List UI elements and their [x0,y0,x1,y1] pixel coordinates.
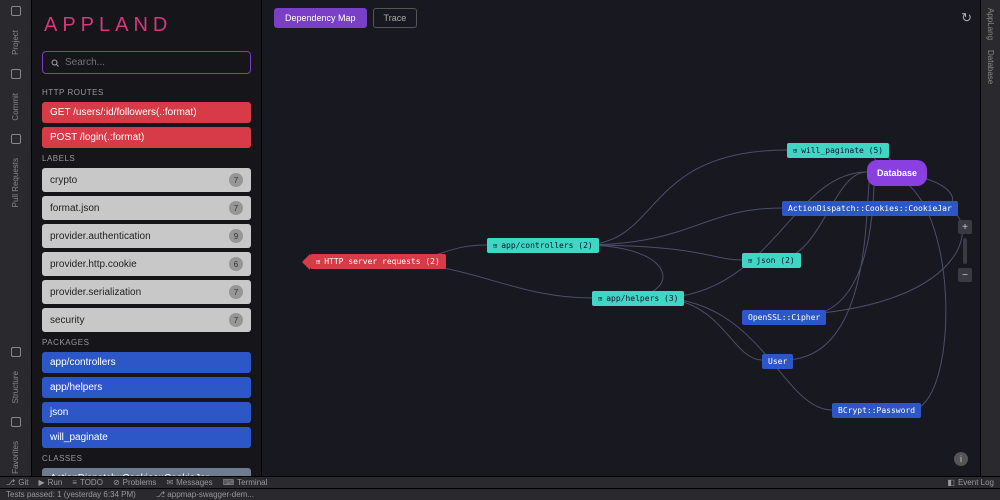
commit-icon[interactable] [11,69,21,79]
node-helpers[interactable]: ⊞app/helpers (3) [592,291,684,306]
package-item[interactable]: json [42,402,251,423]
pullreq-icon[interactable] [11,134,21,144]
expand-icon: ⊞ [793,147,797,155]
left-activity-rail: Project Commit Pull Requests Structure F… [0,0,32,476]
rail-database[interactable]: Database [986,50,995,84]
node-cookies[interactable]: ActionDispatch::Cookies::CookieJar [782,201,958,216]
status-run[interactable]: ▶ Run [38,478,62,487]
favorites-icon[interactable] [11,417,21,427]
run-bar: Tests passed: 1 (yesterday 6:34 PM) ⎇ ap… [0,488,1000,500]
rail-favorites[interactable]: Favorites [11,439,20,476]
expand-icon: ⊞ [493,242,497,250]
search-icon [51,59,59,67]
label-item[interactable]: provider.authentication9 [42,224,251,248]
node-paginate[interactable]: ⊞will_paginate (5) [787,143,889,158]
rail-commit[interactable]: Commit [11,91,20,123]
section-classes-header: CLASSES [42,454,251,463]
status-messages[interactable]: ✉ Messages [166,478,212,487]
branch-indicator[interactable]: ⎇ appmap-swagger-dem... [156,490,254,499]
status-bar: ⎇ Git ▶ Run ≡ TODO ⊘ Problems ✉ Messages… [0,476,1000,488]
status-problems[interactable]: ⊘ Problems [113,478,157,487]
route-item[interactable]: POST /login(.:format) [42,127,251,148]
refresh-icon[interactable]: ↻ [961,10,972,26]
status-eventlog[interactable]: ◧ Event Log [947,478,994,487]
package-item[interactable]: will_paginate [42,427,251,448]
right-activity-rail: AppLang Database [980,0,1000,476]
label-item[interactable]: provider.http.cookie6 [42,252,251,276]
node-database[interactable]: Database [867,160,927,186]
zoom-slider[interactable] [963,238,967,264]
sidebar: APPLAND HTTP ROUTES GET /users/:id/follo… [32,0,262,476]
package-item[interactable]: app/controllers [42,352,251,373]
node-controllers[interactable]: ⊞app/controllers (2) [487,238,599,253]
section-labels-header: LABELS [42,154,251,163]
rail-structure[interactable]: Structure [11,369,20,405]
node-json[interactable]: ⊞json (2) [742,253,801,268]
status-terminal[interactable]: ⌨ Terminal [223,478,268,487]
node-bcrypt[interactable]: BCrypt::Password [832,403,921,418]
tab-trace[interactable]: Trace [373,8,418,28]
structure-icon[interactable] [11,347,21,357]
package-item[interactable]: app/helpers [42,377,251,398]
run-tests[interactable]: Tests passed: 1 (yesterday 6:34 PM) [6,490,136,499]
zoom-out-button[interactable]: − [958,268,972,282]
tab-dependency-map[interactable]: Dependency Map [274,8,367,28]
zoom-controls: + − [958,220,972,282]
label-item[interactable]: provider.serialization7 [42,280,251,304]
expand-icon: ⊞ [316,258,320,266]
node-openssl[interactable]: OpenSSL::Cipher [742,310,826,325]
rail-applang[interactable]: AppLang [986,8,995,40]
label-item[interactable]: format.json7 [42,196,251,220]
search-input[interactable] [65,57,242,68]
rail-project[interactable]: Project [11,28,20,57]
section-packages-header: PACKAGES [42,338,251,347]
class-item[interactable]: ActionDispatch::Cookies::CookieJar [42,468,251,476]
app-logo: APPLAND [44,14,251,37]
node-user[interactable]: User [762,354,793,369]
label-item[interactable]: crypto7 [42,168,251,192]
expand-icon: ⊞ [748,257,752,265]
node-http-requests[interactable]: ⊞HTTP server requests (2) [310,254,446,269]
zoom-in-button[interactable]: + [958,220,972,234]
canvas-topbar: Dependency Map Trace [274,8,417,28]
section-routes-header: HTTP ROUTES [42,88,251,97]
dependency-map-canvas[interactable]: Dependency Map Trace ↻ i + − [262,0,980,476]
project-icon[interactable] [11,6,21,16]
rail-pullreq[interactable]: Pull Requests [11,156,20,209]
info-icon[interactable]: i [954,452,968,466]
status-git[interactable]: ⎇ Git [6,478,28,487]
status-todo[interactable]: ≡ TODO [72,478,103,487]
route-item[interactable]: GET /users/:id/followers(.:format) [42,102,251,123]
label-item[interactable]: security7 [42,308,251,332]
expand-icon: ⊞ [598,295,602,303]
search-box[interactable] [42,51,251,74]
